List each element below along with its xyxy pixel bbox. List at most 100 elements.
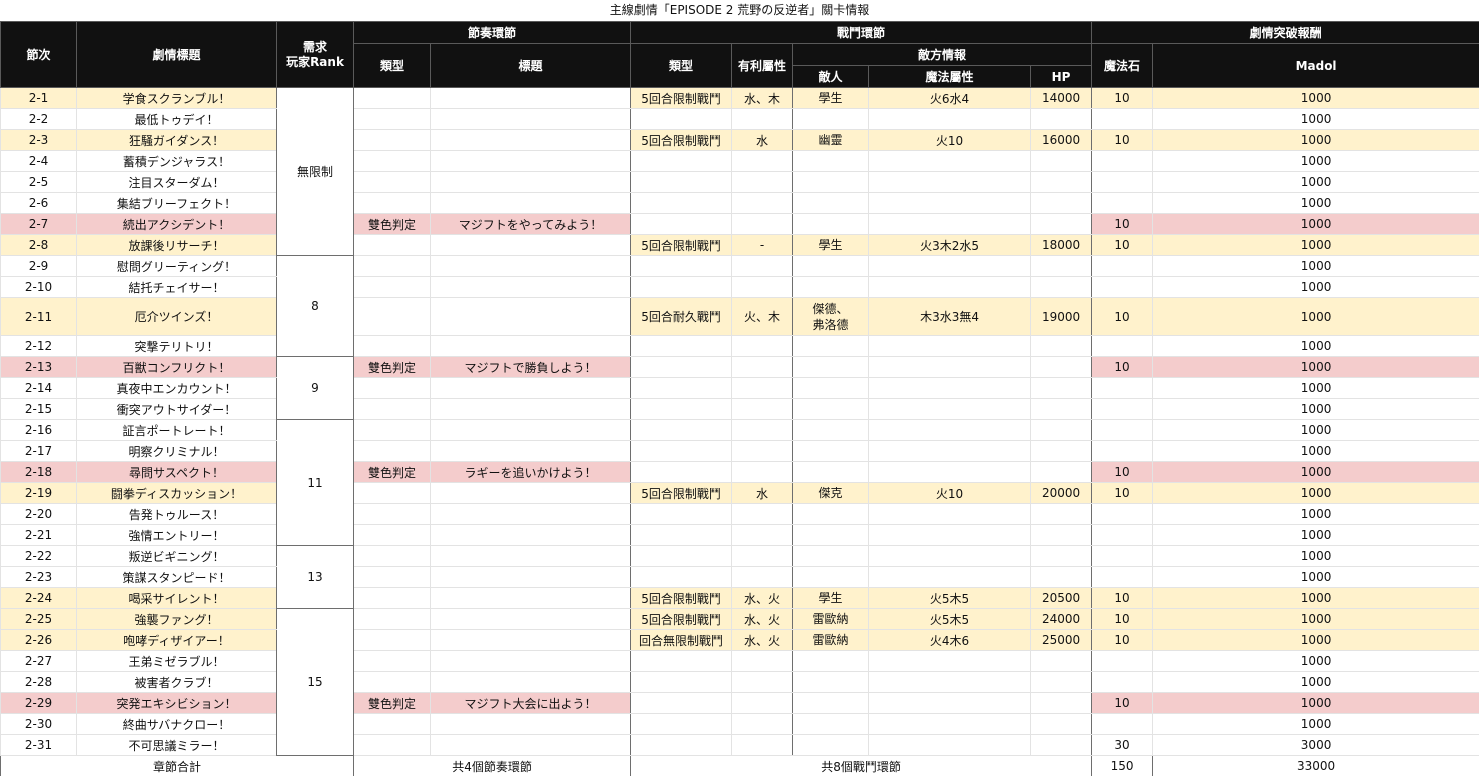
table-row: 2-10結托チェイサー！1000 [1, 277, 1479, 298]
advantage-cell [732, 651, 793, 672]
battle-type-cell [631, 277, 732, 298]
rhythm-type-cell [354, 525, 431, 546]
magic-attr-cell [869, 151, 1031, 172]
enemy-cell: 傑德、 弗洛德 [793, 298, 869, 336]
magic-attr-cell [869, 357, 1031, 378]
rank-cell: 11 [277, 420, 354, 546]
rhythm-title-cell: マジフトをやってみよう！ [431, 214, 631, 235]
magic-attr-cell: 火4木6 [869, 630, 1031, 651]
chapter-cell: 2-10 [1, 277, 77, 298]
madol-cell: 1000 [1153, 357, 1479, 378]
stone-cell [1092, 336, 1153, 357]
advantage-cell [732, 109, 793, 130]
advantage-cell [732, 151, 793, 172]
magic-attr-cell [869, 378, 1031, 399]
hp-cell [1031, 420, 1092, 441]
hp-cell [1031, 525, 1092, 546]
story-title-cell: 突撃テリトリ！ [77, 336, 277, 357]
header-rhythm-title: 標題 [431, 44, 631, 88]
stone-cell [1092, 546, 1153, 567]
enemy-cell [793, 693, 869, 714]
rhythm-type-cell [354, 277, 431, 298]
rhythm-type-cell [354, 109, 431, 130]
story-title-cell: 蓄積デンジャラス！ [77, 151, 277, 172]
battle-type-cell [631, 151, 732, 172]
rhythm-title-cell: ラギーを追いかけよう！ [431, 462, 631, 483]
enemy-cell [793, 172, 869, 193]
advantage-cell [732, 567, 793, 588]
enemy-cell [793, 735, 869, 756]
table-row: 2-29突発エキシビション！雙色判定マジフト大会に出よう！101000 [1, 693, 1479, 714]
stone-cell [1092, 378, 1153, 399]
magic-attr-cell [869, 193, 1031, 214]
rhythm-type-cell [354, 88, 431, 109]
hp-cell [1031, 714, 1092, 735]
stone-cell: 10 [1092, 88, 1153, 109]
hp-cell [1031, 151, 1092, 172]
rhythm-type-cell [354, 567, 431, 588]
rhythm-type-cell [354, 609, 431, 630]
header-story-title: 劇情標題 [77, 22, 277, 88]
advantage-cell [732, 441, 793, 462]
battle-type-cell: 5回合限制戰鬥 [631, 588, 732, 609]
enemy-cell [793, 378, 869, 399]
rhythm-type-cell [354, 504, 431, 525]
sheet-title: 主線劇情「EPISODE 2 荒野の反逆者」關卡情報 [0, 0, 1479, 21]
advantage-cell: 水、木 [732, 88, 793, 109]
hp-cell [1031, 672, 1092, 693]
madol-cell: 1000 [1153, 504, 1479, 525]
story-title-cell: 叛逆ビギニング！ [77, 546, 277, 567]
enemy-cell [793, 567, 869, 588]
stone-cell [1092, 399, 1153, 420]
rhythm-title-cell [431, 130, 631, 151]
enemy-cell [793, 651, 869, 672]
advantage-cell [732, 399, 793, 420]
battle-type-cell: 5回合限制戰鬥 [631, 130, 732, 151]
header-hp: HP [1031, 66, 1092, 88]
story-title-cell: 咆哮ディザイアー！ [77, 630, 277, 651]
header-rhythm-section: 節奏環節 [354, 22, 631, 44]
enemy-cell [793, 672, 869, 693]
story-title-cell: 不可思議ミラー！ [77, 735, 277, 756]
hp-cell [1031, 693, 1092, 714]
stone-cell [1092, 109, 1153, 130]
table-row: 2-3狂騒ガイダンス！5回合限制戰鬥水幽靈火1016000101000 [1, 130, 1479, 151]
stone-cell [1092, 651, 1153, 672]
madol-cell: 1000 [1153, 441, 1479, 462]
chapter-cell: 2-17 [1, 441, 77, 462]
chapter-cell: 2-5 [1, 172, 77, 193]
rhythm-title-cell [431, 172, 631, 193]
header-advantage: 有利屬性 [732, 44, 793, 88]
magic-attr-cell [869, 214, 1031, 235]
magic-attr-cell [869, 462, 1031, 483]
rank-cell: 13 [277, 546, 354, 609]
rhythm-title-cell [431, 151, 631, 172]
story-title-cell: 衝突アウトサイダー！ [77, 399, 277, 420]
enemy-cell: 學生 [793, 88, 869, 109]
story-title-cell: 学食スクランブル！ [77, 88, 277, 109]
battle-type-cell [631, 109, 732, 130]
story-title-cell: 結托チェイサー！ [77, 277, 277, 298]
madol-cell: 1000 [1153, 462, 1479, 483]
header-magic-attr: 魔法屬性 [869, 66, 1031, 88]
battle-type-cell [631, 693, 732, 714]
hp-cell [1031, 357, 1092, 378]
hp-cell [1031, 567, 1092, 588]
chapter-cell: 2-23 [1, 567, 77, 588]
rhythm-title-cell [431, 88, 631, 109]
chapter-cell: 2-24 [1, 588, 77, 609]
enemy-cell [793, 525, 869, 546]
story-title-cell: 突発エキシビション！ [77, 693, 277, 714]
enemy-cell [793, 109, 869, 130]
table-row: 2-27王弟ミゼラブル！1000 [1, 651, 1479, 672]
hp-cell [1031, 277, 1092, 298]
rhythm-title-cell [431, 567, 631, 588]
story-title-cell: 慰問グリーティング！ [77, 256, 277, 277]
table-row: 2-9慰問グリーティング！81000 [1, 256, 1479, 277]
magic-attr-cell [869, 672, 1031, 693]
rhythm-type-cell [354, 235, 431, 256]
story-title-cell: 真夜中エンカウント！ [77, 378, 277, 399]
hp-cell: 20000 [1031, 483, 1092, 504]
magic-attr-cell [869, 714, 1031, 735]
rhythm-type-cell: 雙色判定 [354, 693, 431, 714]
